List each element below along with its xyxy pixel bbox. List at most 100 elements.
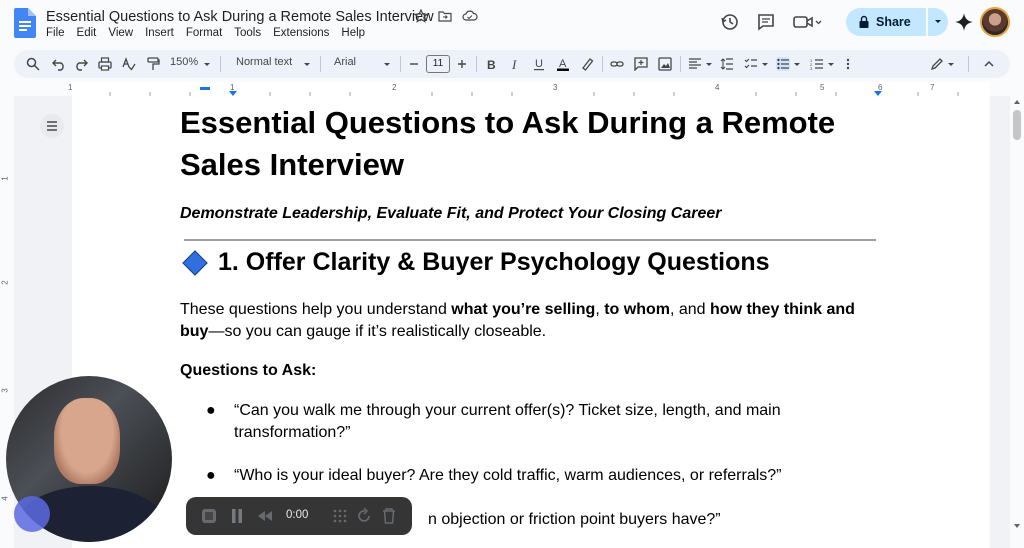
more-options-icon[interactable] [844,57,852,71]
ruler-ticks [109,87,959,96]
paint-format-icon[interactable] [146,57,160,71]
svg-text:A: A [559,58,567,70]
questions-label[interactable]: Questions to Ask: [180,362,316,380]
pause-icon[interactable] [230,507,244,525]
menu-bar: File Edit View Insert Format Tools Exten… [46,27,365,39]
checklist-icon[interactable] [744,57,758,71]
print-icon[interactable] [98,57,112,71]
toolbar-divider [320,56,321,72]
horizontal-ruler: 1 1 2 3 4 5 6 7 [0,82,1024,96]
highlight-color-icon[interactable] [580,57,594,71]
spelling-check-icon[interactable] [122,57,136,71]
svg-text:B: B [487,58,496,71]
blue-diamond-icon [182,249,208,276]
document-heading[interactable]: Essential Questions to Ask During a Remo… [180,102,900,186]
avatar[interactable] [980,7,1010,37]
menu-extensions[interactable]: Extensions [273,27,329,39]
grid-dots-icon[interactable] [332,507,348,525]
section-heading[interactable]: 1. Offer Clarity & Buyer Psychology Ques… [180,248,770,277]
vruler-number: 2 [0,280,10,285]
text-color-icon[interactable]: A [556,57,570,71]
redo-icon[interactable] [74,57,88,71]
move-to-folder-icon[interactable] [438,9,452,23]
share-dropdown-button[interactable] [928,8,948,36]
insert-image-icon[interactable] [658,57,672,71]
underline-icon[interactable]: U [532,57,546,71]
recording-controls: 0:00 [186,497,412,535]
svg-text:3: 3 [810,66,813,71]
meet-icon[interactable] [792,12,822,32]
toolbar-divider [602,56,603,72]
font-select[interactable]: Arial [334,56,356,68]
hide-menus-chevron-up-icon[interactable] [982,57,996,71]
menu-view[interactable]: View [108,27,133,39]
star-icon[interactable] [414,9,428,23]
rewind-icon[interactable] [256,507,274,525]
undo-icon[interactable] [52,57,66,71]
font-size-input[interactable]: 11 [426,55,450,73]
menu-insert[interactable]: Insert [145,27,174,39]
document-title[interactable]: Essential Questions to Ask During a Remo… [46,9,434,25]
toolbar-divider [220,56,221,72]
restart-icon[interactable] [356,507,372,525]
increase-font-size-icon[interactable] [456,57,468,71]
align-chevron-down-icon [706,63,712,66]
menu-help[interactable]: Help [341,27,365,39]
line-spacing-icon[interactable] [720,57,734,71]
italic-icon[interactable]: I [508,57,522,71]
numbered-list-chevron-down-icon [828,63,834,66]
decrease-font-size-icon[interactable] [408,57,420,71]
list-item-text: n objection or friction point buyers hav… [428,511,721,528]
menu-tools[interactable]: Tools [234,27,261,39]
title-bar: Essential Questions to Ask During a Remo… [0,0,1024,46]
zoom-select[interactable]: 150% [170,56,198,68]
menu-file[interactable]: File [46,27,65,39]
checklist-chevron-down-icon [762,63,768,66]
assistant-bubble-icon[interactable] [14,496,50,532]
google-docs-logo-icon[interactable] [14,8,36,38]
add-comment-icon[interactable] [634,57,648,71]
delete-icon[interactable] [382,507,396,525]
search-menus-icon[interactable] [26,57,40,71]
scrollbar-thumb[interactable] [1013,110,1021,140]
vruler-number: 3 [0,388,10,393]
insert-link-icon[interactable] [610,57,624,71]
toolbar-divider [400,56,401,72]
cloud-saved-icon[interactable] [462,9,478,23]
scroll-down-icon[interactable] [1013,522,1021,530]
ruler-number: 3 [553,83,558,92]
horizontal-divider [184,239,876,241]
gemini-icon[interactable] [954,12,974,32]
version-history-icon[interactable] [720,12,740,32]
ruler-number: 5 [820,83,825,92]
style-select[interactable]: Normal text [236,56,292,68]
bulleted-list-icon[interactable] [776,57,790,71]
document-subtitle[interactable]: Demonstrate Leadership, Evaluate Fit, an… [180,205,721,223]
vruler-number: 1 [0,176,10,181]
menu-edit[interactable]: Edit [77,27,97,39]
font-chevron-down-icon [384,63,390,66]
editing-mode-icon[interactable] [930,57,944,71]
numbered-list-icon[interactable]: 123 [810,57,824,71]
stop-recording-icon[interactable] [200,507,218,525]
comments-icon[interactable] [756,12,776,32]
vertical-scrollbar[interactable] [1010,96,1024,548]
formatting-toolbar: 150% Normal text Arial 11 B I U A 123 [14,50,1010,78]
bold-icon[interactable]: B [484,57,498,71]
chevron-down-icon [935,20,941,23]
para-text: —so you can gauge if it’s realistically … [208,323,547,340]
svg-text:I: I [511,57,517,71]
outline-list-icon [47,121,57,131]
list-item-text: “Who is your ideal buyer? Are they cold … [234,467,782,484]
document-page[interactable]: Essential Questions to Ask During a Remo… [72,96,990,548]
align-icon[interactable] [688,57,702,71]
para-bold: what you’re selling [451,301,596,318]
intro-paragraph[interactable]: These questions help you understand what… [180,299,880,343]
share-button[interactable]: Share [846,8,926,36]
document-outline-button[interactable] [40,114,64,138]
menu-format[interactable]: Format [186,27,222,39]
scroll-up-icon[interactable] [1013,98,1021,106]
toolbar-divider [680,56,681,72]
header-actions: Share [704,6,1024,38]
bulleted-list-chevron-down-icon [794,63,800,66]
